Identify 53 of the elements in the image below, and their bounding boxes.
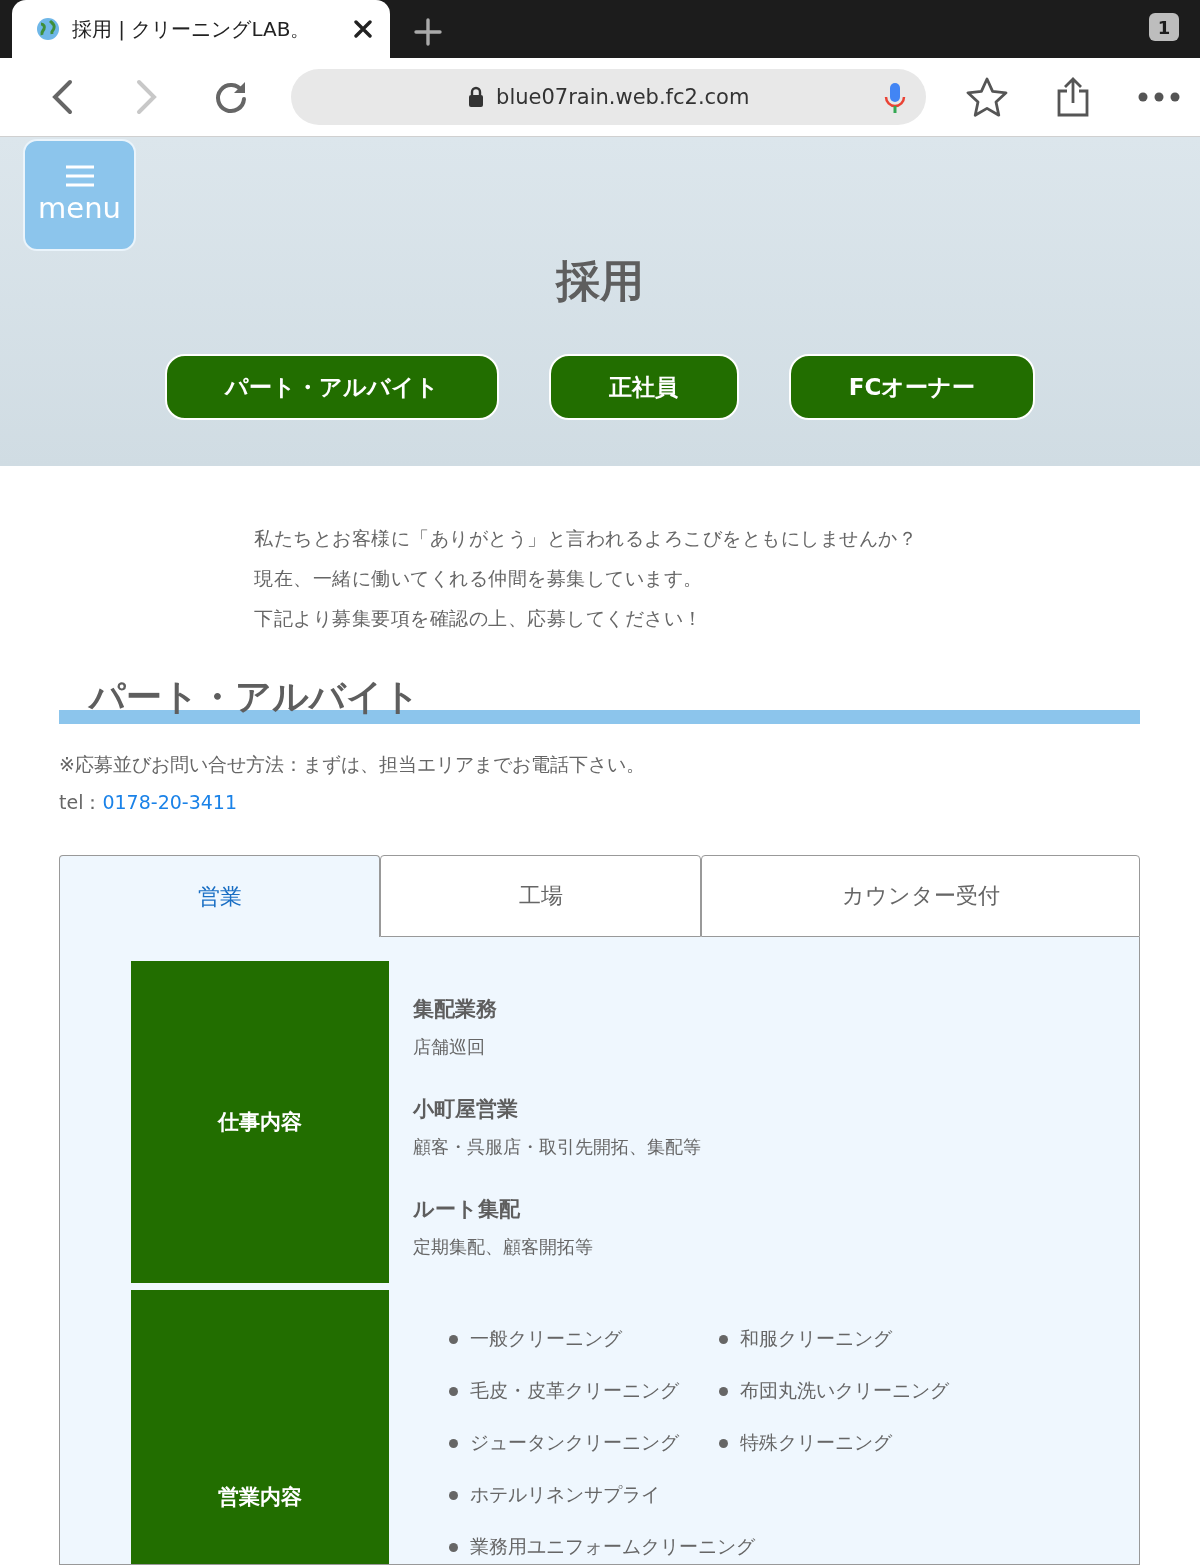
category-button[interactable]: 正社員 [548,354,739,420]
intro-text: 現在、一緒に働いてくれる仲間を募集しています。 [254,566,704,591]
share-icon[interactable] [1056,77,1090,117]
url-text: blue07rain.web.fc2.com [496,85,750,109]
back-icon[interactable] [51,79,74,115]
star-icon[interactable] [966,77,1008,117]
bullet-icon [719,1386,728,1396]
job-detail: 店舗巡回 [413,1035,486,1059]
bullet-icon [719,1334,728,1344]
microphone-icon[interactable] [884,82,906,114]
browser-tab[interactable]: 採用 | クリーニングLAB。 [12,0,390,58]
category-button[interactable]: FCオーナー [788,354,1036,420]
bullet-icon [449,1386,458,1396]
job-title: 集配業務 [413,996,498,1023]
service-item: 毛皮・皮革クリーニング [470,1378,679,1403]
bullet-icon [719,1438,728,1448]
tab[interactable]: 工場 [380,855,701,937]
service-item: 一般クリーニング [470,1326,622,1351]
service-item: 布団丸洗いクリーニング [740,1378,949,1403]
service-item: ホテルリネンサプライ [470,1482,660,1507]
globe-icon [36,17,60,41]
service-item: 和服クリーニング [740,1326,892,1351]
bullet-icon [449,1542,458,1552]
new-tab-icon[interactable] [414,18,442,46]
service-item: 業務用ユニフォームクリーニング [470,1534,755,1559]
page-title: 採用 [556,254,644,308]
tab-count-badge[interactable]: 1 [1149,13,1179,41]
lock-icon [468,86,485,108]
tab[interactable]: 営業 [59,855,380,937]
bullet-icon [449,1438,458,1448]
row-label: 仕事内容 [131,961,389,1283]
job-title: 小町屋営業 [413,1096,519,1123]
bullet-icon [449,1334,458,1344]
contact-note: ※応募並びお問い合せ方法：まずは、担当エリアまでお電話下さい。 [59,752,646,777]
job-detail: 顧客・呉服店・取引先開拓、集配等 [413,1135,701,1159]
section-heading: パート・アルバイト [87,675,420,719]
job-title: ルート集配 [413,1196,521,1223]
close-icon[interactable] [354,20,372,38]
address-bar[interactable]: blue07rain.web.fc2.com [291,69,926,125]
intro-text: 下記より募集要項を確認の上、応募してください！ [254,606,704,631]
menu-icon [65,165,94,187]
job-detail: 定期集配、顧客開拓等 [413,1235,594,1259]
tab[interactable]: カウンター受付 [701,855,1140,937]
service-item: ジュータンクリーニング [470,1430,679,1455]
tab-title: 採用 | クリーニングLAB。 [72,15,312,43]
phone-link[interactable]: 0178-20-3411 [102,791,238,813]
category-button[interactable]: パート・アルバイト [164,354,499,420]
service-item: 特殊クリーニング [740,1430,892,1455]
bullet-icon [449,1490,458,1500]
tel-line: tel：0178-20-3411 [59,790,239,815]
intro-text: 私たちとお客様に「ありがとう」と言われるよろこびをともにしませんか？ [254,526,918,551]
row-label: 営業内容 [131,1290,389,1564]
more-icon[interactable] [1138,92,1180,102]
